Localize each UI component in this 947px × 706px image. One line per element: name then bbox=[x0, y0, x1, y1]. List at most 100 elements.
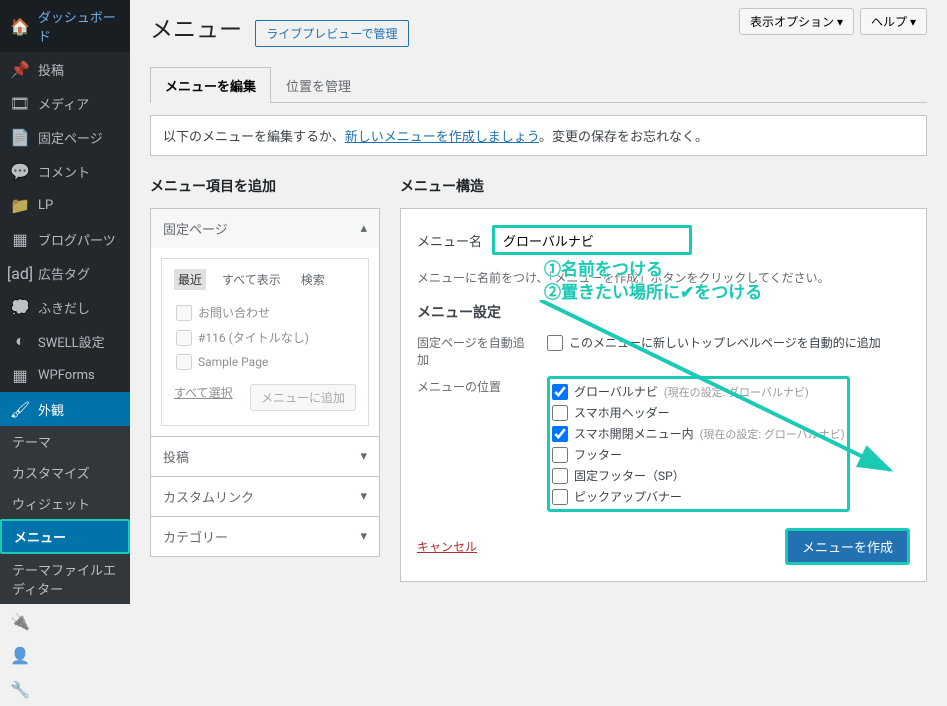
sidebar-after-1[interactable]: 👤ユーザー bbox=[0, 638, 130, 672]
sidebar-icon: ▦ bbox=[10, 365, 30, 385]
tab-manage-locations[interactable]: 位置を管理 bbox=[271, 67, 366, 103]
sidebar-item-4[interactable]: 💬 コメント bbox=[0, 154, 130, 188]
accordion-pages-label: 固定ページ bbox=[163, 219, 228, 238]
intro-text-after: 。変更の保存をお忘れなく。 bbox=[539, 130, 708, 145]
add-to-menu-button[interactable]: メニューに追加 bbox=[250, 384, 356, 411]
sidebar-item-3[interactable]: 📄固定ページ bbox=[0, 120, 130, 154]
inner-tab-recent[interactable]: 最近 bbox=[174, 269, 206, 290]
sidebar-label: 投稿 bbox=[38, 60, 64, 79]
location-label: 固定フッター（SP） bbox=[574, 467, 685, 484]
tab-edit-menus[interactable]: メニューを編集 bbox=[150, 67, 271, 103]
create-menu-button[interactable]: メニューを作成 bbox=[785, 528, 910, 565]
page-item-2[interactable]: Sample Page bbox=[174, 350, 356, 374]
sidebar-label: 広告タグ bbox=[38, 264, 90, 283]
sidebar-icon: 📄 bbox=[10, 127, 30, 147]
select-all-link[interactable]: すべて選択 bbox=[174, 384, 233, 411]
sidebar-icon: 🔧 bbox=[10, 679, 30, 699]
auto-add-desc: このメニューに新しいトップレベルページを自動的に追加 bbox=[569, 334, 881, 351]
page-item-label: お問い合わせ bbox=[198, 304, 270, 321]
cancel-link[interactable]: キャンセル bbox=[417, 538, 477, 555]
location-row-2[interactable]: スマホ開閉メニュー内 (現在の設定: グローバルナビ) bbox=[552, 423, 845, 444]
menu-settings-title: メニュー設定 bbox=[417, 302, 910, 322]
sidebar-icon: 🎞 bbox=[10, 93, 30, 113]
sidebar-item-2[interactable]: 🎞メディア bbox=[0, 86, 130, 120]
sidebar-item-7[interactable]: [ad] 広告タグ bbox=[0, 256, 130, 290]
locations-label: メニューの位置 bbox=[417, 376, 527, 512]
sidebar-item-0[interactable]: 🏠 ダッシュボード bbox=[0, 0, 130, 52]
sidebar-label: ふきだし bbox=[38, 298, 90, 317]
location-label: グローバルナビ bbox=[574, 383, 658, 400]
screen-options-button[interactable]: 表示オプション ▾ bbox=[739, 8, 854, 35]
sidebar-label: 外観 bbox=[38, 400, 64, 419]
page-item-1[interactable]: #116 (タイトルなし) bbox=[174, 325, 356, 350]
sidebar-icon: [ad] bbox=[10, 263, 30, 283]
pages-panel: 最近 すべて表示 検索 お問い合わせ #116 (タイトルなし) Sample Pa… bbox=[161, 258, 369, 426]
location-row-0[interactable]: グローバルナビ (現在の設定: グローバルナビ) bbox=[552, 381, 845, 402]
location-row-3[interactable]: フッター bbox=[552, 444, 845, 465]
page-item-checkbox[interactable] bbox=[176, 330, 192, 346]
location-checkbox-1[interactable] bbox=[552, 405, 568, 421]
sidebar-label: SWELL設定 bbox=[38, 332, 105, 351]
sidebar-sub-4[interactable]: テーマファイルエディター bbox=[0, 554, 130, 604]
content-area: 表示オプション ▾ ヘルプ ▾ メニュー ライブプレビューで管理 メニューを編集… bbox=[130, 0, 947, 573]
intro-notice: 以下のメニューを編集するか、新しいメニューを作成しましょう。変更の保存をお忘れな… bbox=[150, 115, 927, 156]
sidebar-item-6[interactable]: ▦ブログパーツ bbox=[0, 222, 130, 256]
sidebar-item-5[interactable]: 📁LP bbox=[0, 188, 130, 222]
sidebar-sub-2[interactable]: ウィジェット bbox=[0, 488, 130, 519]
location-note: (現在の設定: グローバルナビ) bbox=[700, 426, 845, 442]
location-row-4[interactable]: 固定フッター（SP） bbox=[552, 465, 845, 486]
accordion-posts[interactable]: 投稿 ▾ bbox=[151, 436, 379, 476]
location-checkbox-0[interactable] bbox=[552, 384, 568, 400]
accordion-cat-label: カテゴリー bbox=[163, 527, 228, 546]
menu-name-label: メニュー名 bbox=[417, 231, 482, 250]
sidebar-sub-0[interactable]: テーマ bbox=[0, 426, 130, 457]
sidebar-item-10[interactable]: ▦WPForms bbox=[0, 358, 130, 392]
location-checkbox-3[interactable] bbox=[552, 447, 568, 463]
inner-tab-all[interactable]: すべて表示 bbox=[218, 269, 285, 290]
page-item-checkbox[interactable] bbox=[176, 305, 192, 321]
intro-text-before: 以下のメニューを編集するか、 bbox=[163, 130, 345, 145]
menu-name-input[interactable] bbox=[492, 225, 692, 255]
menu-structure-title: メニュー構造 bbox=[400, 176, 927, 196]
auto-add-label: 固定ページを自動追加 bbox=[417, 332, 527, 368]
inner-tab-search[interactable]: 検索 bbox=[297, 269, 329, 290]
location-checkbox-2[interactable] bbox=[552, 426, 568, 442]
page-item-label: #116 (タイトルなし) bbox=[198, 329, 309, 346]
location-row-5[interactable]: ピックアップバナー bbox=[552, 486, 845, 507]
sidebar-item-1[interactable]: 📌 投稿 bbox=[0, 52, 130, 86]
sidebar-label: コメント bbox=[38, 162, 90, 181]
accordion-custom-links[interactable]: カスタムリンク ▾ bbox=[151, 476, 379, 516]
location-row-1[interactable]: スマホ用ヘッダー bbox=[552, 402, 845, 423]
create-new-menu-link[interactable]: 新しいメニューを作成しましょう bbox=[345, 130, 539, 145]
sidebar-item-9[interactable]: ◐ SWELL設定 bbox=[0, 324, 130, 358]
location-checkbox-4[interactable] bbox=[552, 468, 568, 484]
page-item-0[interactable]: お問い合わせ bbox=[174, 300, 356, 325]
sidebar-icon: 📌 bbox=[10, 59, 30, 79]
sidebar-after-0[interactable]: 🔌プラグイン bbox=[0, 604, 130, 638]
auto-add-checkbox[interactable] bbox=[547, 335, 563, 351]
sidebar-item-8[interactable]: 💭 ふきだし bbox=[0, 290, 130, 324]
sidebar-icon: 💬 bbox=[10, 161, 30, 181]
live-preview-button[interactable]: ライブプレビューで管理 bbox=[255, 20, 408, 47]
sidebar-item-11[interactable]: 🖌外観 bbox=[0, 392, 130, 426]
accordion-custom-label: カスタムリンク bbox=[163, 487, 254, 506]
menu-hint: メニューに名前をつけ、「メニューを作成」ボタンをクリックしてください。 bbox=[417, 269, 910, 286]
sidebar-icon: ◐ bbox=[10, 331, 30, 351]
sidebar-label: ユーザー bbox=[38, 646, 90, 665]
sidebar-label: LP bbox=[38, 198, 53, 213]
page-title: メニュー bbox=[150, 10, 242, 44]
sidebar-label: ブログパーツ bbox=[38, 230, 116, 249]
sidebar-sub-1[interactable]: カスタマイズ bbox=[0, 457, 130, 488]
accordion-categories[interactable]: カテゴリー ▾ bbox=[151, 516, 379, 556]
accordion-pages[interactable]: 固定ページ ▴ bbox=[151, 209, 379, 248]
page-item-checkbox[interactable] bbox=[176, 354, 192, 370]
sidebar-icon: 🏠 bbox=[10, 16, 30, 36]
chevron-down-icon: ▾ bbox=[360, 449, 367, 464]
sidebar-label: ダッシュボード bbox=[38, 7, 120, 45]
sidebar-icon: 🔌 bbox=[10, 611, 30, 631]
help-button[interactable]: ヘルプ ▾ bbox=[860, 8, 927, 35]
location-checkbox-5[interactable] bbox=[552, 489, 568, 505]
sidebar-sub-3[interactable]: メニュー bbox=[0, 519, 130, 554]
sidebar-after-2[interactable]: 🔧ツール bbox=[0, 672, 130, 706]
sidebar-icon: 💭 bbox=[10, 297, 30, 317]
